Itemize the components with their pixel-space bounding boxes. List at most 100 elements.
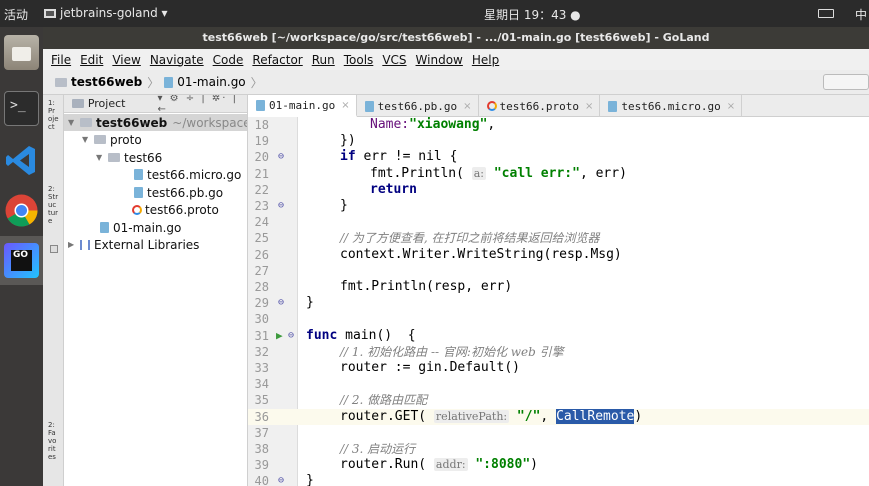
tree-item-label: proto	[110, 132, 142, 147]
menu-code[interactable]: Code	[213, 53, 244, 67]
code-line[interactable]: 31 ▶ ⊖ func main() {	[248, 328, 869, 344]
goland-icon-glyph: GO	[11, 250, 32, 271]
vscode-icon[interactable]	[4, 143, 39, 178]
menu-edit[interactable]: Edit	[80, 53, 103, 67]
terminal-icon[interactable]: >_	[4, 91, 39, 126]
code-line[interactable]: 25 // 为了方便查看, 在打印之前将结果返回给浏览器	[248, 230, 869, 246]
fold-icon[interactable]: ⊖	[288, 328, 294, 344]
menu-file[interactable]: File	[51, 53, 71, 67]
clock[interactable]: 星期日 19：43 ●	[484, 6, 581, 23]
menu-bar: File Edit View Navigate Code Refactor Ru…	[43, 49, 869, 70]
menu-refactor[interactable]: Refactor	[252, 53, 302, 67]
files-icon[interactable]	[4, 35, 39, 70]
breadcrumb-file[interactable]: 01-main.go	[177, 75, 245, 89]
code-line[interactable]: 33 router := gin.Default()	[248, 360, 869, 376]
menu-run[interactable]: Run	[312, 53, 335, 67]
code-line[interactable]: 35 // 2. 做路由匹配	[248, 392, 869, 408]
parameter-hint: addr:	[433, 458, 468, 472]
tree-item-test66[interactable]: ▼ test66	[96, 149, 162, 166]
favorites-tool-tab[interactable]: 2: Favorites	[48, 421, 59, 461]
tree-item-test66-proto[interactable]: test66.proto	[132, 201, 219, 218]
chrome-icon[interactable]	[4, 193, 39, 228]
code-line[interactable]: 34	[248, 376, 869, 392]
breadcrumb-root[interactable]: test66web	[71, 75, 142, 89]
close-icon[interactable]: ×	[727, 101, 735, 112]
code-line[interactable]: 27	[248, 263, 869, 279]
line-number: 33	[254, 361, 269, 375]
code-token: context.Writer.WriteString(resp.Msg)	[340, 246, 622, 262]
code-line[interactable]: 24	[248, 214, 869, 230]
close-icon[interactable]: ×	[463, 101, 471, 112]
tree-item-label: test66.pb.go	[147, 185, 224, 200]
tree-item-root[interactable]: ▼ test66web ~/workspace	[68, 114, 248, 131]
code-line[interactable]: 23 ⊖}	[248, 198, 869, 214]
structure-tool-tab[interactable]: 2: Structure	[48, 185, 59, 225]
selected-text[interactable]: CallRemote	[556, 408, 635, 424]
tree-item-path: ~/workspace	[172, 115, 248, 130]
code-line[interactable]: 39 router.Run( addr: ":8080")	[248, 457, 869, 473]
close-icon[interactable]: ×	[585, 101, 593, 112]
code-line[interactable]: 18 Name:"xiaowang",	[248, 117, 869, 133]
code-line[interactable]: 40 ⊖}	[248, 473, 869, 486]
goland-icon[interactable]: GO	[4, 243, 39, 278]
project-tool-tab[interactable]: 1: Project	[48, 99, 59, 131]
keyboard-icon[interactable]	[818, 9, 834, 18]
tab-test66-micro-go[interactable]: test66.micro.go ×	[600, 95, 743, 117]
project-view-selector[interactable]: Project	[88, 97, 126, 110]
tab-01-main-go[interactable]: 01-main.go ×	[248, 95, 357, 117]
app-menu-label: jetbrains-goland ▾	[60, 6, 168, 20]
tree-item-external-libraries[interactable]: ▶ External Libraries	[68, 236, 199, 253]
line-number: 25	[254, 231, 269, 246]
menu-window[interactable]: Window	[416, 53, 463, 67]
code-line[interactable]: 19})	[248, 133, 869, 149]
project-icon	[72, 99, 84, 108]
line-number: 40	[254, 474, 269, 486]
code-line[interactable]: 30	[248, 311, 869, 327]
code-editor[interactable]: 18 Name:"xiaowang", 19}) 20 ⊖ if err != nil…	[248, 117, 869, 486]
project-panel-tools[interactable]: ▾ ⚙ ÷ | ✲· |←	[157, 95, 247, 115]
tool-window-strip: 1: Project 2: Structure 2: Favorites	[43, 95, 64, 486]
menu-vcs[interactable]: VCS	[382, 53, 406, 67]
fold-icon[interactable]: ⊖	[278, 149, 284, 165]
code-line[interactable]: 37	[248, 425, 869, 441]
code-token: router := gin.Default()	[340, 360, 521, 375]
tree-item-label: test66.micro.go	[147, 167, 242, 182]
launcher-dock: >_ GO	[0, 27, 43, 486]
tab-test66-proto[interactable]: test66.proto ×	[479, 95, 601, 117]
tab-test66-pb-go[interactable]: test66.pb.go ×	[357, 95, 479, 117]
run-config-selector[interactable]	[823, 74, 869, 90]
menu-navigate[interactable]: Navigate	[150, 53, 204, 67]
tree-item-test66-micro-go[interactable]: test66.micro.go	[134, 166, 241, 183]
code-line[interactable]: 29 ⊖}	[248, 295, 869, 311]
parameter-hint: relativePath:	[433, 409, 510, 423]
code-line[interactable]: 20 ⊖ if err != nil {	[248, 149, 869, 165]
code-line[interactable]: 26 context.Writer.WriteString(resp.Msg)	[248, 247, 869, 263]
tree-item-main-go[interactable]: 01-main.go	[100, 219, 181, 236]
tree-item-proto[interactable]: ▼ proto	[82, 131, 142, 148]
code-line[interactable]: 38 // 3. 启动运行	[248, 441, 869, 457]
go-file-icon	[256, 99, 265, 111]
fold-icon[interactable]: ⊖	[278, 198, 284, 214]
project-panel: Project ▾ ⚙ ÷ | ✲· |← ▼ test66web ~/work…	[64, 95, 248, 486]
activities-button[interactable]: 活动	[4, 6, 28, 23]
app-menu[interactable]: jetbrains-goland ▾	[44, 6, 168, 20]
input-method-indicator[interactable]: 中	[855, 6, 867, 23]
line-number: 20	[254, 150, 269, 165]
code-line[interactable]: 28 fmt.Println(resp, err)	[248, 279, 869, 295]
line-number: 39	[254, 458, 269, 473]
breadcrumb-separator: 〉	[147, 75, 160, 90]
code-line-current[interactable]: 36 router.GET( relativePath: "/", CallRem…	[248, 408, 869, 425]
fold-icon[interactable]: ⊖	[278, 473, 284, 486]
menu-tools[interactable]: Tools	[344, 53, 374, 67]
menu-view[interactable]: View	[112, 53, 140, 67]
code-line[interactable]: 21 fmt.Println( a: "call err:", err)	[248, 166, 869, 182]
layout-icon[interactable]	[50, 245, 58, 253]
code-line[interactable]: 32 // 1. 初始化路由 -- 官网:初始化 web 引擎	[248, 344, 869, 360]
menu-help[interactable]: Help	[472, 53, 499, 67]
fold-icon[interactable]: ⊖	[278, 295, 284, 311]
tree-item-test66-pb-go[interactable]: test66.pb.go	[134, 184, 223, 201]
code-line[interactable]: 22 return	[248, 182, 869, 198]
run-icon[interactable]: ▶	[276, 328, 283, 344]
line-number: 34	[254, 377, 269, 392]
close-icon[interactable]: ×	[341, 100, 349, 111]
